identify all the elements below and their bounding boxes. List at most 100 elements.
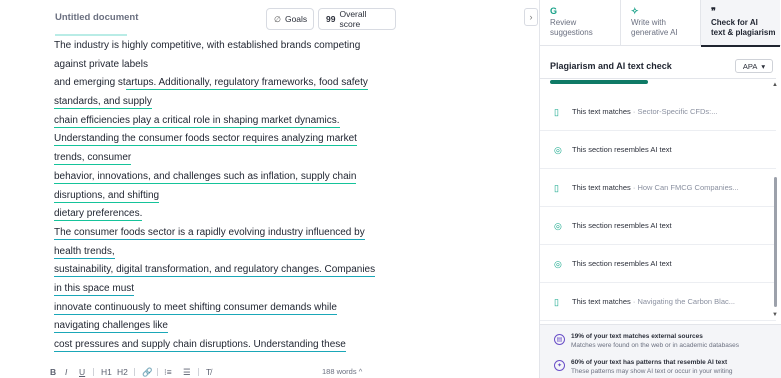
tab-sublabel: text & plagiarism <box>711 28 776 37</box>
document-line: and emerging startups. Additionally, reg… <box>54 74 404 93</box>
flagged-text[interactable]: chain efficiencies play a critical role … <box>54 114 340 128</box>
result-label: This text matches <box>572 107 631 116</box>
result-item[interactable]: ▯ This text matches · How Can FMCG Compan… <box>540 169 776 207</box>
flagged-text[interactable]: standards, and supply <box>54 96 152 110</box>
flagged-text[interactable]: trends, consumer <box>54 152 132 166</box>
chevron-down-icon: ▾ <box>761 61 766 71</box>
goals-button[interactable]: ∅ Goals <box>266 8 314 30</box>
document-title[interactable]: Untitled document <box>55 12 138 23</box>
result-label: This section resembles AI text <box>572 145 672 154</box>
tab-review[interactable]: G Review suggestions <box>540 0 620 46</box>
line-text: against private labels <box>54 58 148 70</box>
assistant-panel: G Review suggestions ✧ Write with generative … <box>539 0 781 378</box>
document-line: behavior, innovations, and challenges su… <box>54 168 404 187</box>
tab-sublabel: generative AI <box>631 28 678 37</box>
editor-pane: Untitled document ∅ Goals 99 Overall sco… <box>0 0 538 378</box>
scroll-up-icon[interactable]: ▲ <box>772 82 778 88</box>
result-item[interactable]: ◎ This section resembles AI text <box>540 245 776 283</box>
citation-style-value: APA <box>742 61 758 71</box>
flagged-text[interactable]: innovate continuously to meet shifting c… <box>54 301 337 315</box>
document-line: trends, consumer <box>54 149 404 168</box>
word-count[interactable]: 188 words ^ <box>322 366 362 378</box>
bold-button[interactable]: B <box>50 366 56 378</box>
format-toolbar: B I U H1 H2 🔗 ⁝≡ ☰ T̸ 188 words ^ <box>0 364 520 378</box>
flagged-text[interactable]: disruptions, and shifting <box>54 189 160 203</box>
result-text: This section resembles AI text <box>572 145 672 155</box>
document-line: standards, and supply <box>54 93 404 112</box>
summary-heading: 19% of your text matches external source… <box>571 333 703 340</box>
summary-heading: 60% of your text has patterns that resem… <box>571 359 728 366</box>
bullet-list-icon[interactable]: ☰ <box>183 366 191 378</box>
ai-icon: ◎ <box>554 259 562 269</box>
result-item[interactable]: ▯ This text matches · Sector-Specific CFD… <box>540 93 776 131</box>
tab-label: Write with <box>631 18 666 27</box>
result-item[interactable]: ▯ This text matches · Navigating the Carb… <box>540 283 776 321</box>
flagged-text[interactable]: Understanding the consumer foods sector … <box>54 133 357 147</box>
progress-indicator <box>550 80 648 84</box>
result-label: This section resembles AI text <box>572 259 672 268</box>
document-icon: ▯ <box>554 183 559 193</box>
result-text: This section resembles AI text <box>572 221 672 231</box>
result-text: This text matches · Navigating the Carbo… <box>572 297 735 307</box>
toolbar-divider <box>134 368 135 376</box>
citation-style-select[interactable]: APA ▾ <box>735 59 773 73</box>
result-label: This section resembles AI text <box>572 221 672 230</box>
toolbar-divider <box>198 368 199 376</box>
results-list: ▯ This text matches · Sector-Specific CFD… <box>540 93 776 321</box>
toolbar-divider <box>157 368 158 376</box>
document-line: The consumer foods sector is a rapidly e… <box>54 224 404 243</box>
tab-generative-ai[interactable]: ✧ Write with generative AI <box>620 0 700 46</box>
document-icon: ▯ <box>554 297 559 307</box>
flagged-text[interactable]: cost pressures and supply chain disrupti… <box>54 339 346 352</box>
chevron-right-icon: › <box>529 12 533 22</box>
document-line: Understanding the consumer foods sector … <box>54 130 404 149</box>
line-prefix: and emerging st <box>54 77 126 89</box>
overall-score-button[interactable]: 99 Overall score <box>318 8 396 30</box>
document-line: against private labels <box>54 56 404 75</box>
match-summary-icon: ▤ <box>554 334 565 345</box>
result-source: · Navigating the Carbon Blac... <box>632 297 736 306</box>
tab-label: Review <box>550 18 577 27</box>
ai-icon: ◎ <box>554 145 562 155</box>
flagged-text[interactable]: dietary preferences. <box>54 208 143 222</box>
document-icon: ▯ <box>554 107 559 117</box>
flagged-text[interactable]: artups. Additionally, regulatory framewo… <box>125 77 368 91</box>
document-line: cost pressures and supply chain disrupti… <box>54 336 404 355</box>
flagged-text[interactable]: in this space must <box>54 282 135 296</box>
result-item[interactable]: ◎ This section resembles AI text <box>540 131 776 169</box>
document-line: The industry is highly competitive, with… <box>54 37 404 56</box>
document-line: innovate continuously to meet shifting c… <box>54 299 404 318</box>
flagged-text[interactable]: health trends, <box>54 245 115 259</box>
scrollbar-thumb[interactable] <box>774 177 777 307</box>
collapse-panel-button[interactable]: › <box>524 8 538 26</box>
document-body[interactable]: The industry is highly competitive, with… <box>54 37 404 355</box>
toolbar-divider <box>93 368 94 376</box>
chevron-up-icon: ^ <box>358 367 363 376</box>
tab-sublabel: suggestions <box>550 28 593 37</box>
document-line: navigating challenges like <box>54 317 404 336</box>
result-source: · How Can FMCG Companies... <box>632 183 739 192</box>
link-icon[interactable]: 🔗 <box>142 366 153 378</box>
tab-label: Check for AI <box>711 18 758 27</box>
clear-format-icon[interactable]: T̸ <box>206 366 211 378</box>
underline-button[interactable]: U <box>79 366 85 378</box>
flagged-text[interactable]: navigating challenges like <box>54 320 168 334</box>
document-line: in this space must <box>54 280 404 299</box>
scroll-down-icon[interactable]: ▼ <box>772 312 778 318</box>
word-count-label: 188 words <box>322 367 357 376</box>
ordered-list-icon[interactable]: ⁝≡ <box>164 366 172 378</box>
heading1-button[interactable]: H1 <box>101 366 112 378</box>
result-source: · Sector-Specific CFDs:... <box>632 107 718 116</box>
flagged-text[interactable]: sustainability, digital transformation, … <box>54 264 376 278</box>
review-icon: G <box>550 6 558 16</box>
flagged-text[interactable]: The consumer foods sector is a rapidly e… <box>54 226 365 240</box>
summary-subtext: These patterns may show AI text or occur… <box>571 368 733 375</box>
flagged-text[interactable]: behavior, innovations, and challenges su… <box>54 170 357 184</box>
italic-button[interactable]: I <box>65 366 67 378</box>
tab-ai-plagiarism-check[interactable]: ❞ Check for AI text & plagiarism <box>700 0 780 47</box>
result-label: This text matches <box>572 297 631 306</box>
result-item[interactable]: ◎ This section resembles AI text <box>540 207 776 245</box>
heading2-button[interactable]: H2 <box>117 366 128 378</box>
result-text: This section resembles AI text <box>572 259 672 269</box>
result-text: This text matches · Sector-Specific CFDs… <box>572 107 717 117</box>
